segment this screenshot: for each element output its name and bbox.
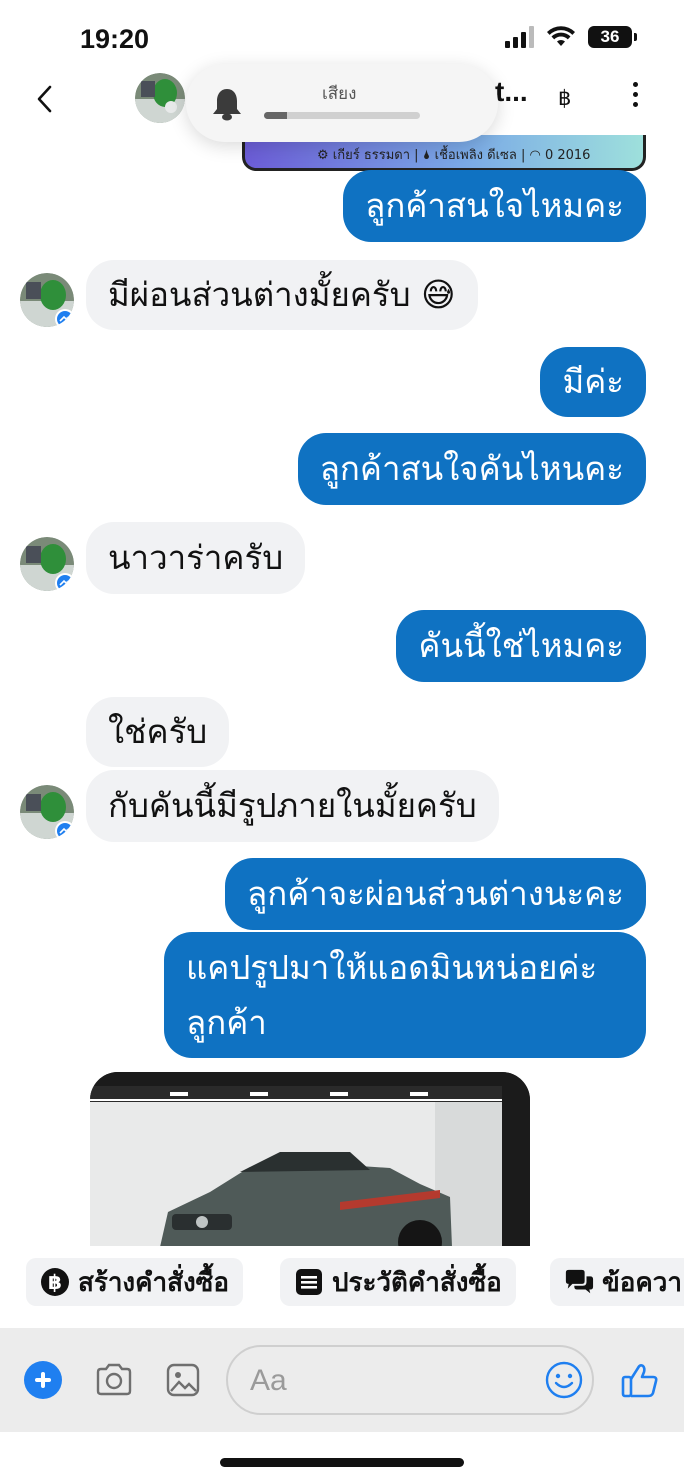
- message-composer: [0, 1328, 684, 1432]
- back-icon[interactable]: [30, 82, 60, 116]
- message-input[interactable]: [248, 1359, 542, 1403]
- message-incoming[interactable]: กับคันนี้มีรูปภายในมั้ยครับ: [86, 770, 499, 842]
- chip-label: ประวัติคำสั่งซื้อ: [332, 1267, 502, 1298]
- message-outgoing[interactable]: คันนี้ใช่ไหมคะ: [396, 610, 646, 682]
- chip-label: ข้อควา: [602, 1267, 682, 1298]
- order-history-chip[interactable]: ประวัติคำสั่งซื้อ: [280, 1258, 516, 1306]
- contact-name[interactable]: t...: [495, 76, 528, 108]
- emoji-icon[interactable]: [544, 1360, 584, 1400]
- sender-avatar: [20, 785, 74, 839]
- cellular-signal-icon: [505, 26, 534, 48]
- message-input-box[interactable]: [226, 1345, 594, 1415]
- volume-label: เสียง: [322, 84, 357, 104]
- thumbs-up-icon[interactable]: [620, 1360, 660, 1400]
- message-outgoing[interactable]: ลูกค้าจะผ่อนส่วนต่างนะคะ: [225, 858, 646, 930]
- svg-text:฿: ฿: [48, 1270, 62, 1294]
- message-outgoing[interactable]: ลูกค้าสนใจคันไหนคะ: [297, 433, 646, 505]
- wifi-icon: [547, 26, 575, 46]
- listing-specs: ⚙ เกียร์ ธรรมดา | 🌢 เชื้อเพลิง ดีเซล | ◠…: [317, 148, 591, 163]
- messages-chip[interactable]: ข้อควา: [550, 1258, 684, 1306]
- more-options-icon[interactable]: [630, 82, 640, 112]
- volume-slider: [264, 112, 420, 119]
- message-outgoing[interactable]: มีค่ะ: [540, 347, 646, 417]
- battery-icon: 36: [588, 26, 637, 48]
- sender-avatar: [20, 273, 74, 327]
- list-icon: [294, 1267, 324, 1297]
- chip-label: สร้างคำสั่งซื้อ: [78, 1267, 229, 1298]
- chat-bubbles-icon: [564, 1267, 594, 1297]
- home-indicator: [220, 1458, 464, 1467]
- contact-avatar[interactable]: [135, 73, 185, 123]
- camera-icon[interactable]: [94, 1362, 134, 1398]
- sender-avatar: [20, 537, 74, 591]
- bell-icon: [213, 89, 241, 121]
- volume-hud: เสียง: [186, 64, 498, 142]
- message-outgoing[interactable]: ลูกค้าสนใจไหมคะ: [343, 170, 646, 242]
- message-incoming[interactable]: มีผ่อนส่วนต่างมั้ยครับ 😅: [86, 260, 478, 330]
- message-outgoing[interactable]: แคปรูปมาให้แอดมินหน่อยค่ะลูกค้า: [164, 932, 646, 1058]
- baht-icon[interactable]: ฿: [558, 86, 571, 110]
- message-incoming[interactable]: ใช่ครับ: [86, 697, 230, 767]
- status-icons: 36: [505, 26, 637, 48]
- quick-actions-bar: ฿ สร้างคำสั่งซื้อ ประวัติคำสั่งซื้อ ข้อค…: [0, 1246, 684, 1328]
- plus-icon[interactable]: [24, 1361, 62, 1399]
- volume-level-fill: [264, 112, 288, 119]
- create-order-chip[interactable]: ฿ สร้างคำสั่งซื้อ: [26, 1258, 243, 1306]
- baht-circle-icon: ฿: [40, 1267, 70, 1297]
- status-time: 19:20: [80, 24, 150, 54]
- shared-car-photo[interactable]: [90, 1072, 530, 1247]
- gallery-icon[interactable]: [166, 1363, 200, 1397]
- message-incoming[interactable]: นาวาร่าครับ: [86, 522, 306, 594]
